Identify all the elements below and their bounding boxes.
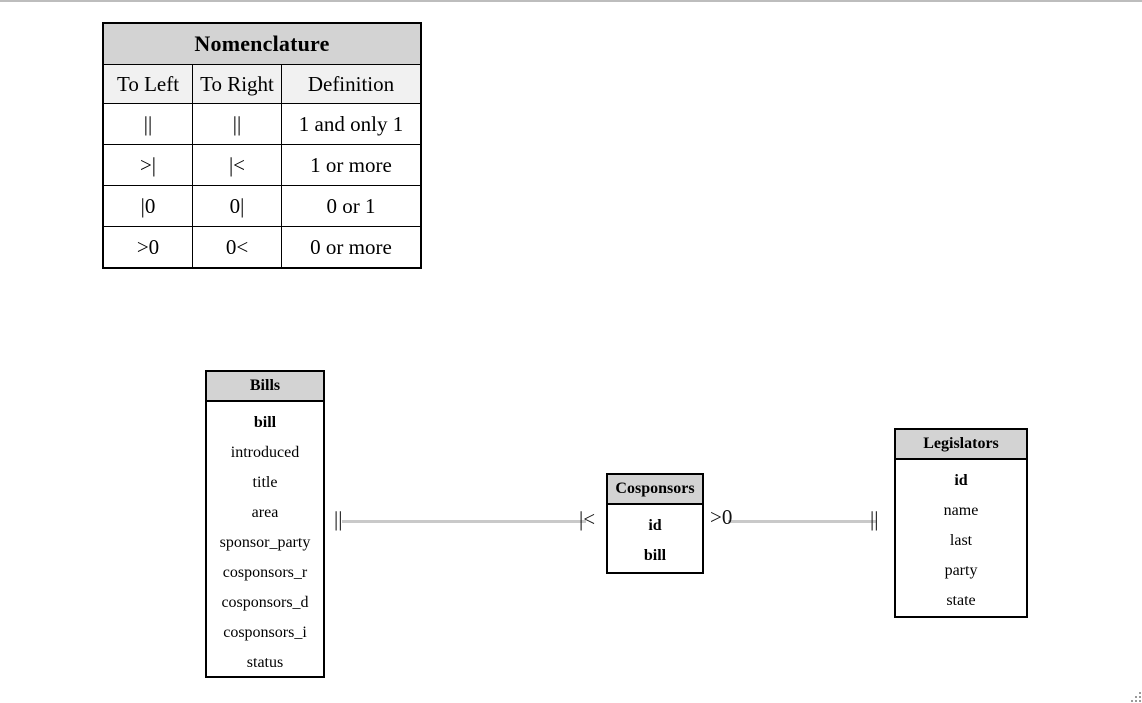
nomenclature-definition: 1 and only 1: [281, 103, 422, 145]
entity-legislators-title: Legislators: [896, 430, 1026, 460]
entity-field: name: [943, 502, 979, 519]
entity-field: id: [648, 517, 662, 534]
nomenclature-header-row: To Left To Right Definition: [102, 64, 422, 104]
nomenclature-symbol-left: ||: [102, 103, 193, 145]
resize-grip-icon[interactable]: [1127, 688, 1141, 702]
entity-bills[interactable]: Bills bill introduced title area sponsor…: [205, 370, 325, 678]
entity-field: introduced: [230, 444, 300, 461]
cardinality-cosponsors-from-bills: |<: [579, 507, 596, 531]
entity-cosponsors-title: Cosponsors: [608, 475, 702, 505]
page-top-rule: [0, 0, 1142, 2]
entity-field: area: [251, 504, 279, 521]
nomenclature-symbol-right: 0<: [192, 226, 282, 269]
entity-field: last: [949, 532, 973, 549]
nomenclature-symbol-right: |<: [192, 144, 282, 186]
entity-field: cosponsors_i: [223, 624, 307, 641]
nomenclature-title: Nomenclature: [102, 22, 422, 65]
entity-field: title: [252, 474, 278, 491]
entity-bills-title: Bills: [207, 372, 323, 402]
nomenclature-symbol-left: |0: [102, 185, 193, 227]
nomenclature-row: >| |< 1 or more: [102, 144, 422, 186]
relationship-line-cosponsors-legislators: [728, 520, 876, 523]
nomenclature-definition: 0 or more: [281, 226, 422, 269]
nomenclature-col-to-right: To Right: [192, 64, 282, 104]
nomenclature-legend-table: Nomenclature To Left To Right Definition…: [102, 22, 422, 269]
cardinality-cosponsors-to-legislators: >0: [710, 505, 733, 529]
entity-field: bill: [253, 414, 277, 431]
nomenclature-row: || || 1 and only 1: [102, 103, 422, 145]
nomenclature-definition: 0 or 1: [281, 185, 422, 227]
nomenclature-symbol-left: >0: [102, 226, 193, 269]
nomenclature-row: |0 0| 0 or 1: [102, 185, 422, 227]
entity-field: cosponsors_r: [222, 564, 308, 581]
entity-cosponsors-field-list: id bill: [608, 505, 702, 579]
entity-field: sponsor_party: [219, 534, 311, 551]
entity-legislators[interactable]: Legislators id name last party state: [894, 428, 1028, 618]
nomenclature-symbol-right: 0|: [192, 185, 282, 227]
entity-field: id: [954, 472, 968, 489]
nomenclature-symbol-right: ||: [192, 103, 282, 145]
cardinality-legislators-from-cosponsors: ||: [870, 507, 879, 531]
nomenclature-col-definition: Definition: [281, 64, 422, 104]
entity-field: state: [946, 592, 976, 609]
entity-field: bill: [643, 547, 667, 564]
entity-field: status: [246, 654, 284, 671]
entity-bills-field-list: bill introduced title area sponsor_party…: [207, 402, 323, 686]
nomenclature-symbol-left: >|: [102, 144, 193, 186]
entity-field: party: [944, 562, 978, 579]
nomenclature-row: >0 0< 0 or more: [102, 226, 422, 269]
cardinality-bills-to-cosponsors: ||: [334, 507, 343, 531]
entity-field: cosponsors_d: [221, 594, 309, 611]
nomenclature-definition: 1 or more: [281, 144, 422, 186]
nomenclature-title-row: Nomenclature: [102, 22, 422, 65]
entity-cosponsors[interactable]: Cosponsors id bill: [606, 473, 704, 574]
nomenclature-col-to-left: To Left: [102, 64, 193, 104]
relationship-line-bills-cosponsors: [342, 520, 586, 523]
entity-legislators-field-list: id name last party state: [896, 460, 1026, 624]
